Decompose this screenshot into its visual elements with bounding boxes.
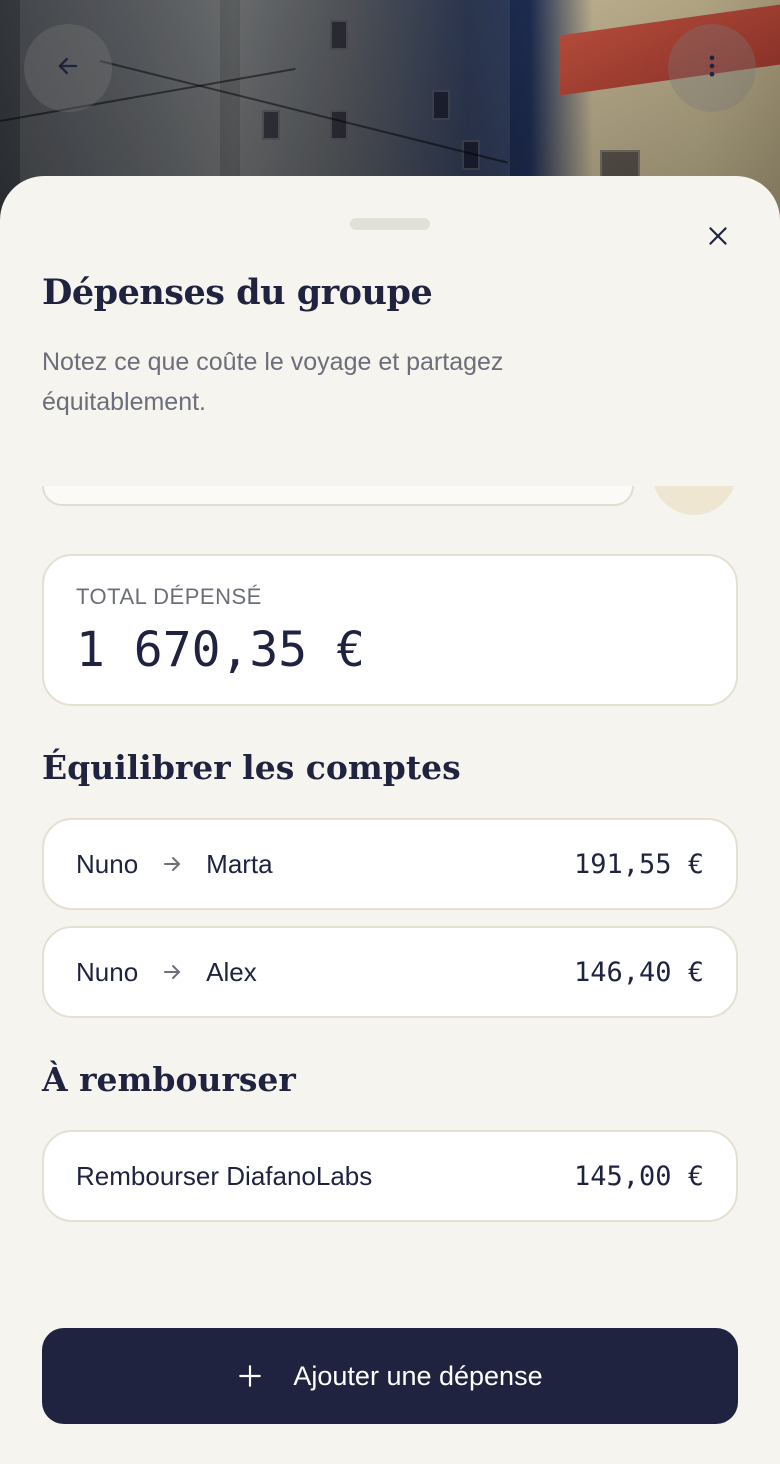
- settlement-amount: 146,40 €: [573, 956, 704, 988]
- expenses-sheet: Dépenses du groupe Notez ce que coûte le…: [0, 176, 780, 1464]
- hidden-input-edge: [42, 486, 634, 506]
- sheet-title: Dépenses du groupe: [42, 272, 433, 313]
- total-card: TOTAL DÉPENSÉ 1 670,35 €: [42, 554, 738, 706]
- add-expense-button[interactable]: Ajouter une dépense: [42, 1328, 738, 1424]
- reimburse-row[interactable]: Rembourser DiafanoLabs 145,00 €: [42, 1130, 738, 1222]
- settlement-amount: 191,55 €: [573, 848, 704, 880]
- arrow-right-icon: [160, 960, 184, 984]
- payer-name: Nuno: [76, 956, 139, 987]
- window: [432, 90, 450, 120]
- reimburse-section-title: À rembourser: [42, 1060, 296, 1099]
- payee-name: Marta: [206, 848, 273, 879]
- window: [330, 20, 348, 50]
- arrow-left-icon: [54, 52, 82, 85]
- more-options-button[interactable]: [668, 24, 756, 112]
- reimburse-amount: 145,00 €: [573, 1160, 704, 1192]
- more-vertical-icon: [698, 52, 726, 85]
- settlement-row[interactable]: Nuno Marta 191,55 €: [42, 818, 738, 910]
- payee-name: Alex: [206, 956, 257, 987]
- payer-name: Nuno: [76, 848, 139, 879]
- back-button[interactable]: [24, 24, 112, 112]
- arrow-right-icon: [160, 852, 184, 876]
- hidden-avatar-edge: [652, 486, 736, 515]
- scrolled-content-edge: [0, 486, 780, 516]
- total-value: 1 670,35 €: [76, 622, 365, 678]
- plus-icon: [237, 1363, 263, 1389]
- settlement-row[interactable]: Nuno Alex 146,40 €: [42, 926, 738, 1018]
- drag-handle[interactable]: [350, 218, 430, 230]
- add-expense-label: Ajouter une dépense: [293, 1360, 543, 1391]
- balance-section-title: Équilibrer les comptes: [42, 748, 461, 787]
- window: [330, 110, 348, 140]
- reimburse-label: Rembourser DiafanoLabs: [76, 1160, 373, 1191]
- close-button[interactable]: [696, 216, 740, 260]
- close-icon: [705, 223, 731, 254]
- total-label: TOTAL DÉPENSÉ: [76, 584, 262, 609]
- window: [262, 110, 280, 140]
- sheet-subtitle: Notez ce que coûte le voyage et partagez…: [42, 348, 504, 416]
